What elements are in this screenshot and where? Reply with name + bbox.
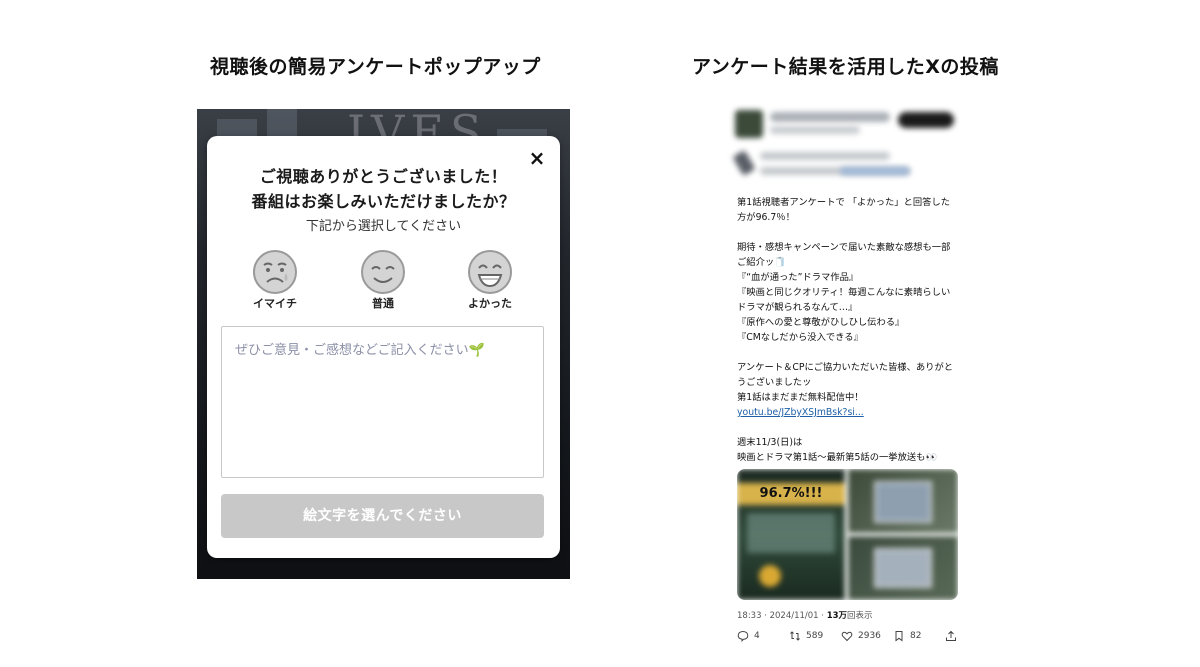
tweet-line: 『映画と同じクオリティ！毎週こんなに素晴らしい [737,287,951,298]
face-label-bad: イマイチ [253,297,297,310]
popup-title-line1: ご視聴ありがとうございました！ [259,167,508,186]
tweet-body: 第1話視聴者アンケートで 「よかった」と回答した 方が96.7％！ 期待・感想キ… [737,195,967,465]
retweet-icon [790,631,800,641]
youtube-link[interactable]: youtu.be/JZbyXSJmBsk?si... [737,407,864,418]
tweet-line: 方が96.7％！ [737,212,795,223]
tweet-line: 『“血が通った”ドラマ作品』 [737,272,859,283]
tweet-line: 『原作への愛と尊敬がひしひし伝わる』 [737,317,905,328]
meta-line-blurred [760,152,890,160]
face-option-bad[interactable]: イマイチ [240,249,310,311]
comment-placeholder: ぜひご意見・ご感想などご記入ください [235,343,469,358]
survey-popup: × ご視聴ありがとうございました！ 番組はお楽しみいただけましたか？ 下記から選… [207,136,560,558]
bookmark-count: 82 [910,631,922,641]
heart-icon [841,631,853,642]
bookmark-icon [895,631,903,642]
tweet-line: うございましたッ [737,377,812,388]
left-heading: 視聴後の簡易アンケートポップアップ [210,56,541,78]
follow-button[interactable] [898,112,954,128]
face-option-good[interactable]: よかった [455,249,525,311]
media-image-bottom-right[interactable] [848,536,958,600]
account-handle-blurred [770,126,860,134]
tweet-line: 第1話視聴者アンケートで 「よかった」と回答した [737,197,951,208]
sprout-icon: 🌱 [468,343,485,358]
tweet-line: ドラマが観られるなんて…』 [737,302,858,313]
neutral-face-icon [361,250,405,294]
tweet-line: 映画とドラマ第1話〜最新第5話の一挙放送も👀 [737,452,938,463]
retweet-count: 589 [806,631,824,641]
submit-button[interactable]: 絵文字を選んでください [221,494,544,538]
like-count: 2936 [858,631,881,641]
tweet-line: アンケート＆CPにご協力いただいた皆様、ありがと [737,362,954,373]
happy-face-icon [468,250,512,294]
tweet-line: 期待・感想キャンペーンで届いた素敵な感想も一部 [737,242,951,253]
tweet-line: 第1話はまだまだ無料配信中！ [737,392,864,403]
right-heading: アンケート結果を活用したXの投稿 [692,56,999,78]
media-grid[interactable]: 96.7%!!! [737,469,958,600]
account-name-blurred [770,112,890,122]
share-button[interactable] [945,628,962,644]
bookmark-button[interactable]: 82 [893,628,921,644]
popup-subtitle: 下記から選択してください [305,219,462,234]
media-badge-text: 96.7%!!! [759,486,823,501]
reply-count: 4 [754,631,760,641]
meta-link-blurred [840,167,910,175]
tweet-actions: 4 589 2936 82 [737,628,963,644]
views-label: 回表示 [847,611,873,621]
like-button[interactable]: 2936 [841,628,881,644]
tweet-line: 週末11/3(日)は [737,437,803,448]
views-count: 13万 [826,611,848,621]
media-badge-layer: 96.7%!!! [737,469,845,600]
reply-button[interactable]: 4 [737,628,760,644]
share-icon [946,630,956,641]
face-option-normal[interactable]: 普通 [348,249,418,311]
retweet-button[interactable]: 589 [789,628,823,644]
sad-face-icon [253,250,297,294]
tweet-line: 『CMなしだから没入できる』 [737,332,863,343]
tweet-timestamp: 18:33 · 2024/11/01 · 13万回表示 [737,609,873,621]
tweet-line: ご紹介ッ🧻 [737,257,786,268]
face-label-normal: 普通 [372,297,394,310]
comment-textarea[interactable]: ぜひご意見・ご感想などご記入ください🌱 [221,326,544,478]
avatar[interactable] [735,110,763,138]
popup-title-line2: 番組はお楽しみいただけましたか？ [251,192,516,211]
x-post: 第1話視聴者アンケートで 「よかった」と回答した 方が96.7％！ 期待・感想キ… [730,100,970,650]
pin-icon [732,149,756,177]
timestamp-text: 18:33 · 2024/11/01 · [737,611,827,621]
media-image-top-right[interactable] [848,469,958,533]
reply-icon [737,630,749,642]
face-label-good: よかった [468,297,512,310]
